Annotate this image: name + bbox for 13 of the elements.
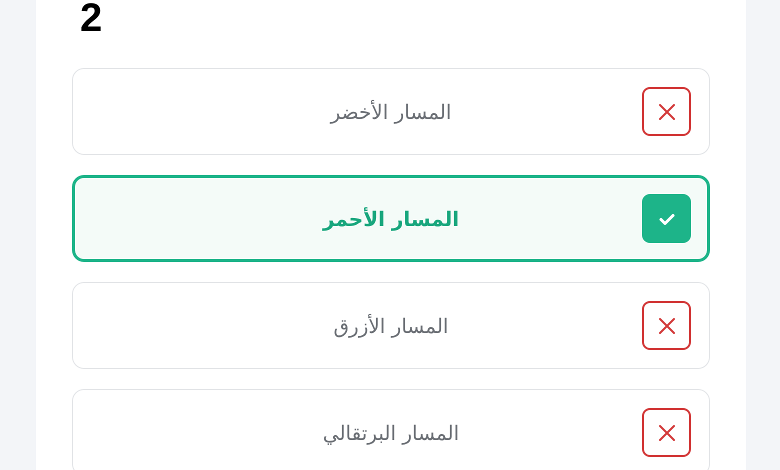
question-number: 2	[80, 0, 102, 40]
answer-option[interactable]: المسار البرتقالي	[72, 389, 710, 470]
close-icon	[642, 87, 691, 136]
option-label: المسار الأخضر	[330, 98, 452, 126]
close-icon	[642, 408, 691, 457]
option-label: المسار الأزرق	[334, 312, 448, 340]
close-icon	[642, 301, 691, 350]
check-icon	[642, 194, 691, 243]
answer-option[interactable]: المسار الأخضر	[72, 68, 710, 155]
option-label: المسار البرتقالي	[322, 420, 460, 447]
answer-option[interactable]: المسار الأحمر	[72, 175, 710, 262]
answer-option[interactable]: المسار الأزرق	[72, 282, 710, 369]
option-label: المسار الأحمر	[322, 206, 460, 233]
